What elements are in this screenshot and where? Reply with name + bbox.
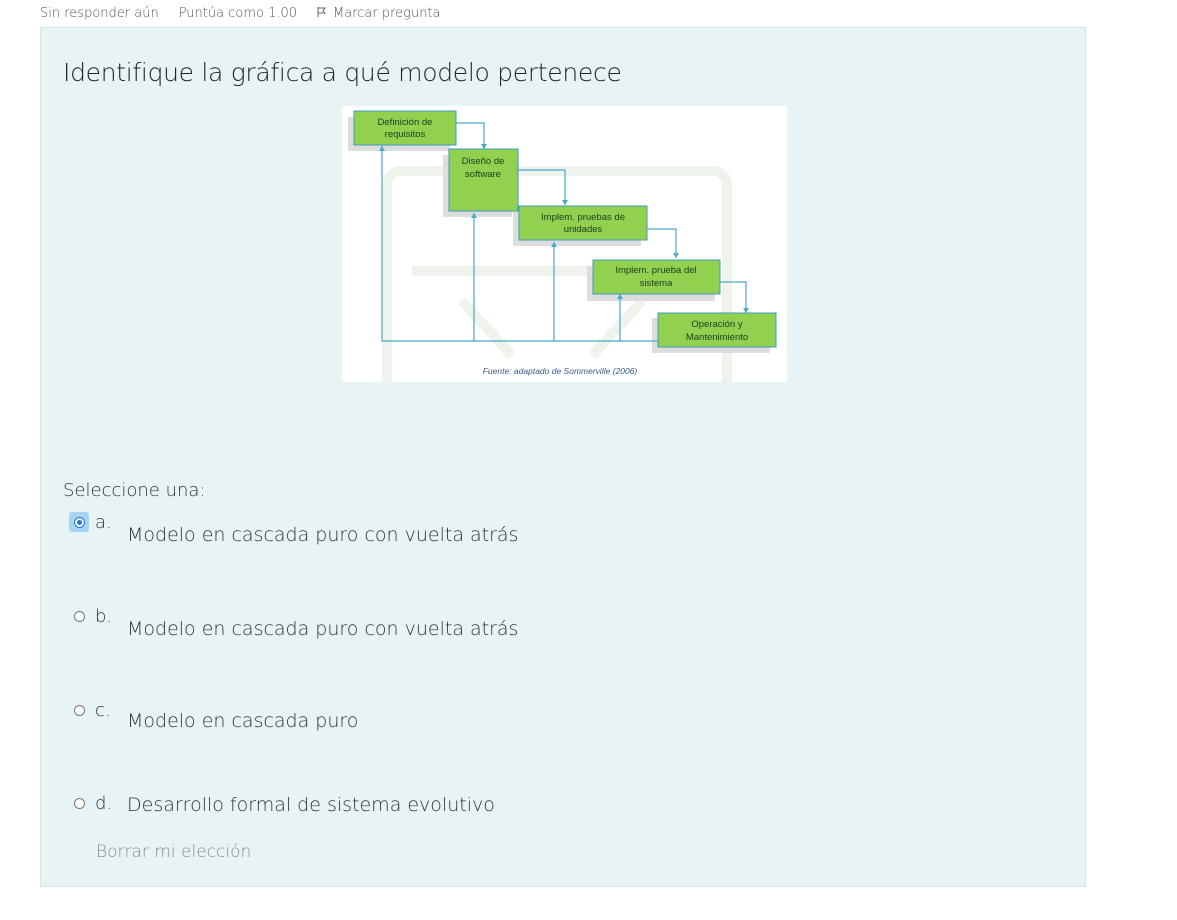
waterfall-diagram-image: Definición de requisitos Diseño de softw…: [342, 106, 787, 382]
phase-label-line1: Diseño de: [462, 156, 505, 167]
option-a-radio[interactable]: [73, 516, 85, 528]
option-c-radio[interactable]: [73, 704, 85, 716]
option-a-letter: a.: [95, 512, 112, 533]
flag-question-link[interactable]: Marcar pregunta: [317, 6, 441, 21]
option-a[interactable]: a. Modelo en cascada puro con vuelta atr…: [69, 512, 518, 546]
phase-label-line2: unidades: [564, 224, 603, 235]
arrowhead: [743, 308, 749, 313]
phase-box-system-testing: Implem. prueba del sistema: [592, 259, 721, 295]
question-box: Identifique la gráfica a qué modelo pert…: [40, 27, 1086, 887]
waterfall-diagram-svg: Definición de requisitos Diseño de softw…: [348, 110, 777, 382]
phase-label-line1: Implem. pruebas de: [541, 212, 625, 223]
phase-label-line1: Implem. prueba del: [615, 265, 696, 276]
question-text: Identifique la gráfica a qué modelo pert…: [63, 58, 622, 87]
clear-choice-link[interactable]: Borrar mi elección: [96, 842, 251, 862]
phase-box-design: Diseño de software: [448, 148, 519, 212]
radio-wrap[interactable]: [69, 606, 89, 626]
phase-label-line1: Operación y: [691, 319, 742, 330]
arrowhead: [481, 144, 487, 149]
option-a-text[interactable]: Modelo en cascada puro con vuelta atrás: [127, 524, 518, 546]
phase-label-line2: sistema: [640, 278, 673, 289]
option-b-radio[interactable]: [73, 610, 85, 622]
option-c-text[interactable]: Modelo en cascada puro: [127, 710, 358, 732]
diagram-caption: Fuente: adaptado de Sommerville (2006): [483, 366, 638, 376]
option-d[interactable]: d. Desarrollo formal de sistema evolutiv…: [69, 793, 495, 816]
question-info: Sin responder aún Puntúa como 1.00 Marca…: [40, 6, 441, 21]
phase-box-unit-testing: Implem. pruebas de unidades: [518, 205, 648, 241]
phase-label-line2: Mantenimiento: [686, 332, 748, 343]
option-b[interactable]: b. Modelo en cascada puro con vuelta atr…: [69, 606, 518, 640]
option-c[interactable]: c. Modelo en cascada puro: [69, 700, 358, 732]
phase-box-requirements: Definición de requisitos: [353, 110, 457, 146]
option-d-text[interactable]: Desarrollo formal de sistema evolutivo: [127, 794, 495, 816]
phase-label-line2: software: [465, 169, 501, 180]
radio-wrap[interactable]: [69, 700, 89, 720]
flag-icon: [317, 6, 327, 21]
option-b-letter: b.: [95, 606, 113, 627]
radio-wrap[interactable]: [69, 793, 89, 813]
question-score: Puntúa como 1.00: [178, 6, 298, 21]
option-d-radio[interactable]: [73, 797, 85, 809]
flag-question-label: Marcar pregunta: [333, 6, 441, 21]
option-c-letter: c.: [95, 700, 111, 721]
option-d-letter: d.: [95, 793, 113, 814]
option-b-text[interactable]: Modelo en cascada puro con vuelta atrás: [127, 618, 518, 640]
select-one-prompt: Seleccione una:: [63, 480, 206, 501]
phase-label-line1: Definición de: [378, 117, 433, 128]
phase-box-operation: Operación y Mantenimiento: [657, 312, 777, 348]
phase-label-line2: requisitos: [385, 129, 426, 140]
arrowhead: [673, 253, 679, 258]
question-status: Sin responder aún: [40, 6, 159, 21]
arrowhead: [562, 200, 568, 205]
radio-wrap[interactable]: [69, 512, 89, 532]
